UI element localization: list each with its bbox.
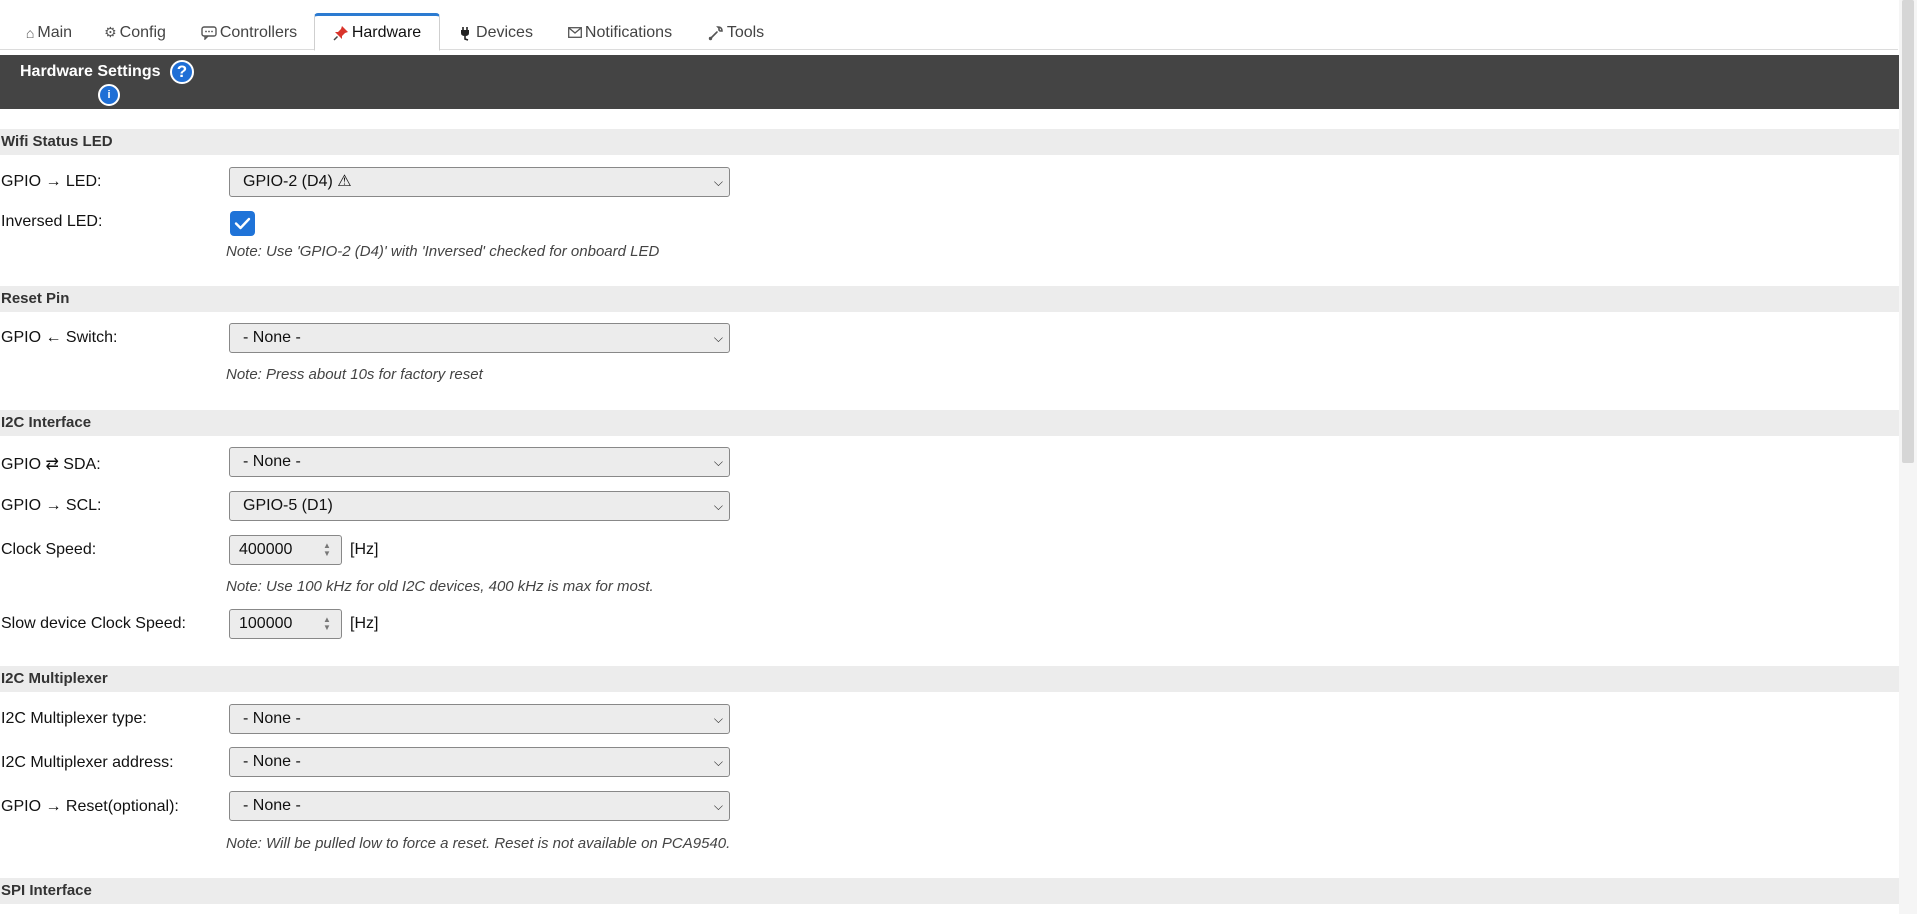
tab-label: Hardware	[351, 24, 422, 41]
clock-speed-note: Note: Use 100 kHz for old I2C devices, 4…	[226, 578, 654, 595]
mux-reset-select[interactable]: - None - ⌵	[229, 791, 730, 821]
chevron-down-icon: ⌵	[713, 331, 723, 345]
slow-clock-speed-input[interactable]: 100000 ▲ ▼	[229, 609, 342, 639]
section-wifi-status-led: Wifi Status LED	[0, 129, 1900, 155]
tab-tools[interactable]: Tools	[705, 14, 767, 51]
tab-label: Tools	[726, 23, 765, 41]
mux-reset-note: Note: Will be pulled low to force a rese…	[226, 835, 731, 852]
section-reset-pin: Reset Pin	[0, 286, 1900, 312]
mux-type-label: I2C Multiplexer type:	[1, 710, 147, 727]
reset-pin-note: Note: Press about 10s for factory reset	[226, 366, 483, 383]
gpio-scl-select[interactable]: GPIO-5 (D1) ⌵	[229, 491, 730, 521]
tab-label: Notifications	[584, 23, 673, 41]
mux-type-select[interactable]: - None - ⌵	[229, 704, 730, 734]
select-value: - None -	[243, 329, 301, 346]
tab-notifications[interactable]: Notifications	[566, 14, 674, 51]
section-i2c-interface: I2C Interface	[0, 410, 1900, 436]
tab-devices[interactable]: Devices	[455, 14, 535, 51]
scrollbar-thumb[interactable]	[1902, 0, 1914, 463]
page-header: Hardware Settings ? i	[0, 55, 1900, 109]
home-icon: ⌂	[25, 24, 35, 41]
input-value: 400000	[239, 541, 293, 558]
inversed-led-checkbox[interactable]	[230, 211, 255, 236]
help-icon[interactable]: ?	[170, 60, 194, 84]
chevron-down-icon: ⌵	[713, 799, 723, 813]
spinner-icon[interactable]: ▲ ▼	[323, 616, 331, 632]
gpio-switch-select[interactable]: - None - ⌵	[229, 323, 730, 353]
clock-speed-input[interactable]: 400000 ▲ ▼	[229, 535, 342, 565]
clock-speed-unit: [Hz]	[350, 541, 379, 558]
select-value: - None -	[243, 710, 301, 727]
plug-icon	[457, 25, 473, 41]
inversed-led-label: Inversed LED:	[1, 213, 103, 230]
gpio-switch-label: GPIO ← Switch:	[1, 329, 118, 346]
mux-address-select[interactable]: - None - ⌵	[229, 747, 730, 777]
tab-label: Config	[119, 23, 166, 41]
page-title: Hardware Settings	[20, 63, 161, 80]
select-value: GPIO-2 (D4) ⚠	[243, 173, 352, 190]
select-value: - None -	[243, 797, 301, 814]
tab-label: Main	[37, 23, 73, 41]
slow-clock-speed-unit: [Hz]	[350, 615, 379, 632]
envelope-icon	[567, 27, 582, 38]
gpio-led-label: GPIO → LED:	[1, 173, 102, 190]
pushpin-icon	[333, 25, 349, 41]
tab-config[interactable]: ⚙ Config	[103, 14, 167, 51]
slow-clock-speed-label: Slow device Clock Speed:	[1, 615, 186, 632]
chevron-down-icon: ⌵	[713, 499, 723, 513]
chevron-down-icon: ⌵	[713, 712, 723, 726]
select-value: - None -	[243, 753, 301, 770]
spinner-icon[interactable]: ▲ ▼	[323, 542, 331, 558]
wifi-led-note: Note: Use 'GPIO-2 (D4)' with 'Inversed' …	[226, 243, 660, 260]
tab-label: Devices	[476, 23, 533, 41]
gpio-led-select[interactable]: GPIO-2 (D4) ⚠ ⌵	[229, 167, 730, 197]
tab-label: Controllers	[219, 23, 298, 41]
gpio-sda-label: GPIO ⇄ SDA:	[1, 456, 101, 473]
checkmark-icon	[234, 217, 251, 230]
mux-reset-label: GPIO → Reset(optional):	[1, 798, 179, 815]
select-value: GPIO-5 (D1)	[243, 497, 333, 514]
gear-icon: ⚙	[104, 24, 117, 40]
info-icon[interactable]: i	[98, 84, 120, 106]
input-value: 100000	[239, 615, 293, 632]
tab-bar: ⌂ Main ⚙ Config Controllers Hardware Devic…	[0, 0, 1898, 51]
gpio-scl-label: GPIO → SCL:	[1, 497, 102, 514]
tab-hardware[interactable]: Hardware	[314, 13, 440, 51]
chat-bubble-icon	[201, 25, 217, 40]
gpio-sda-select[interactable]: - None - ⌵	[229, 447, 730, 477]
clock-speed-label: Clock Speed:	[1, 541, 97, 558]
wrench-icon	[708, 25, 724, 41]
tab-controllers[interactable]: Controllers	[198, 14, 300, 51]
tab-main[interactable]: ⌂ Main	[22, 14, 76, 51]
section-i2c-multiplexer: I2C Multiplexer	[0, 666, 1900, 692]
chevron-down-icon: ⌵	[713, 455, 723, 469]
mux-address-label: I2C Multiplexer address:	[1, 754, 174, 771]
section-spi-interface: SPI Interface	[0, 878, 1900, 904]
chevron-down-icon: ⌵	[713, 175, 723, 189]
select-value: - None -	[243, 453, 301, 470]
chevron-down-icon: ⌵	[713, 755, 723, 769]
